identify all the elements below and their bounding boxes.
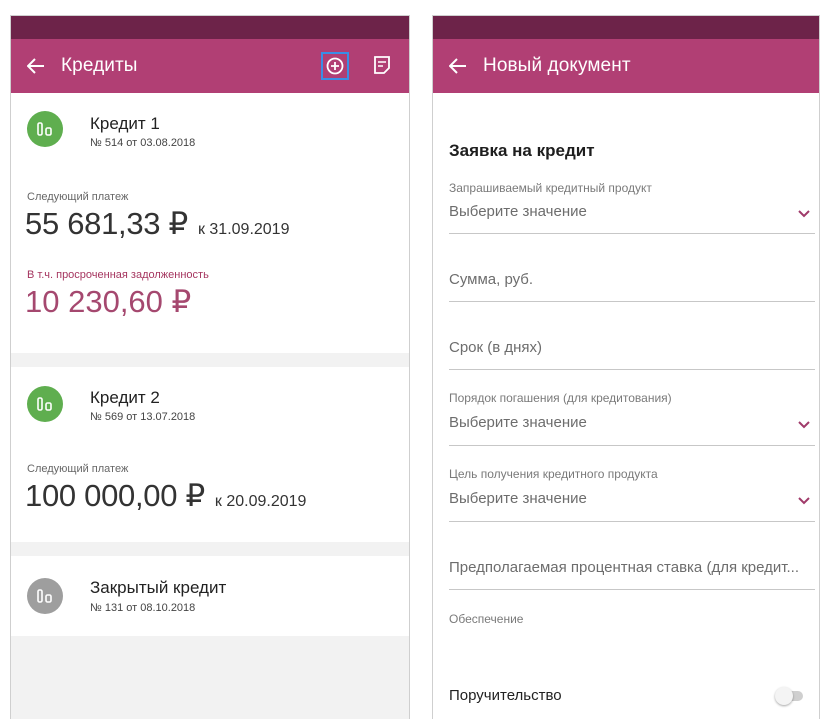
- overdue-label: В т.ч. просроченная задолженность: [27, 269, 209, 281]
- field-label: Порядок погашения (для кредитования): [449, 391, 672, 405]
- app-bar: Кредиты: [11, 39, 409, 93]
- next-payment-amount: 55 681,33 ₽ к 31.09.2019: [25, 206, 290, 241]
- field-label: Запрашиваемый кредитный продукт: [449, 181, 652, 195]
- term-input[interactable]: Срок (в днях): [449, 339, 815, 370]
- field-label: Цель получения кредитного продукта: [449, 467, 658, 481]
- app-bar: Новый документ: [433, 39, 819, 93]
- add-loan-button[interactable]: [321, 52, 349, 80]
- chevron-down-icon: [798, 210, 810, 218]
- arrow-left-icon[interactable]: [449, 56, 469, 76]
- chevron-down-icon: [798, 421, 810, 429]
- guarantee-label: Поручительство: [449, 687, 562, 704]
- loan-icon: [27, 578, 63, 614]
- toggle-thumb: [775, 687, 793, 705]
- loan-number: № 514 от 03.08.2018: [90, 137, 196, 149]
- next-payment-label: Следующий платеж: [27, 463, 129, 475]
- next-payment-amount: 100 000,00 ₽ к 20.09.2019: [25, 478, 307, 513]
- field-placeholder: Предполагаемая процентная ставка (для кр…: [449, 559, 799, 576]
- loan-title: Закрытый кредит: [90, 578, 227, 597]
- loan-purpose-select[interactable]: Цель получения кредитного продукта Выбер…: [449, 467, 815, 522]
- loan-card[interactable]: Кредит 1 № 514 от 03.08.2018 Следующий п…: [11, 93, 409, 353]
- chevron-down-icon: [798, 497, 810, 505]
- due-date: к 31.09.2019: [197, 221, 290, 238]
- loan-product-select[interactable]: Запрашиваемый кредитный продукт Выберите…: [449, 181, 815, 234]
- new-document-screen: Новый документ Заявка на кредит Запрашив…: [432, 15, 820, 719]
- form-title: Заявка на кредит: [449, 141, 595, 160]
- repayment-order-select[interactable]: Порядок погашения (для кредитования) Выб…: [449, 391, 815, 446]
- collateral-label: Обеспечение: [449, 612, 524, 626]
- loan-number: № 131 от 08.10.2018: [90, 602, 196, 614]
- arrow-left-icon[interactable]: [27, 56, 47, 76]
- loan-title: Кредит 2: [90, 388, 160, 407]
- loan-title: Кредит 1: [90, 114, 160, 133]
- field-value: Выберите значение: [449, 490, 587, 507]
- loan-icon: [27, 386, 63, 422]
- loan-number: № 569 от 13.07.2018: [90, 411, 196, 423]
- field-value: Выберите значение: [449, 414, 587, 431]
- document-icon[interactable]: [373, 55, 393, 77]
- loans-screen: Кредиты Кредит 1 № 514 от 03.08.2018 Сле…: [10, 15, 410, 719]
- loan-card[interactable]: Закрытый кредит № 131 от 08.10.2018: [11, 556, 409, 636]
- status-bar: [11, 16, 409, 39]
- loan-icon: [27, 111, 63, 147]
- page-title: Кредиты: [61, 55, 138, 76]
- page-title: Новый документ: [483, 55, 631, 76]
- plus-circle-icon: [326, 57, 344, 75]
- next-payment-label: Следующий платеж: [27, 191, 129, 203]
- field-placeholder: Срок (в днях): [449, 339, 543, 356]
- field-value: Выберите значение: [449, 203, 587, 220]
- guarantee-toggle[interactable]: [775, 687, 805, 705]
- status-bar: [433, 16, 819, 39]
- field-placeholder: Сумма, руб.: [449, 271, 534, 288]
- due-date: к 20.09.2019: [214, 493, 307, 510]
- amount-input[interactable]: Сумма, руб.: [449, 271, 815, 302]
- overdue-amount: 10 230,60 ₽: [25, 284, 192, 319]
- loan-card[interactable]: Кредит 2 № 569 от 13.07.2018 Следующий п…: [11, 367, 409, 542]
- interest-rate-input[interactable]: Предполагаемая процентная ставка (для кр…: [449, 559, 815, 590]
